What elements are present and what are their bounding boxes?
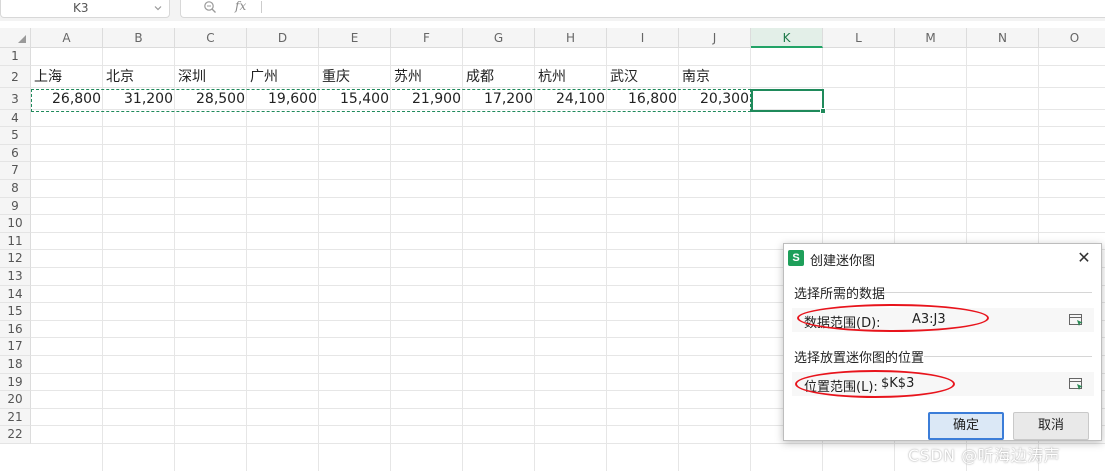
watermark: CSDN @听海边涛声 bbox=[908, 446, 1061, 465]
row-gridline bbox=[31, 126, 1105, 128]
range-select-icon[interactable] bbox=[1068, 376, 1084, 392]
row-gridline bbox=[31, 179, 1105, 180]
data-section-label: 选择所需的数据 bbox=[794, 287, 886, 302]
location-section-label: 选择放置迷你图的位置 bbox=[794, 351, 925, 366]
cell-h2[interactable]: 杭州 bbox=[535, 66, 607, 88]
row-header-9[interactable]: 9 bbox=[0, 197, 31, 216]
section-divider bbox=[884, 292, 1092, 293]
row-header-7[interactable]: 7 bbox=[0, 162, 31, 180]
column-header-b[interactable]: B bbox=[103, 28, 175, 48]
section-divider bbox=[924, 356, 1092, 357]
row-header-12[interactable]: 12 bbox=[0, 250, 31, 268]
zoom-icon[interactable] bbox=[203, 0, 217, 14]
formula-separator bbox=[261, 1, 262, 13]
row-header-16[interactable]: 16 bbox=[0, 320, 31, 339]
red-annotation-ellipse bbox=[795, 370, 955, 398]
row-header-15[interactable]: 15 bbox=[0, 303, 31, 321]
row-header-2[interactable]: 2 bbox=[0, 65, 31, 88]
row-header-6[interactable]: 6 bbox=[0, 144, 31, 163]
cell-b2[interactable]: 北京 bbox=[103, 66, 175, 88]
column-header-m[interactable]: M bbox=[895, 28, 967, 48]
row-header-20[interactable]: 20 bbox=[0, 391, 31, 409]
row-header-13[interactable]: 13 bbox=[0, 268, 31, 286]
row-gridline bbox=[31, 214, 1105, 216]
row-header-5[interactable]: 5 bbox=[0, 127, 31, 145]
row-gridline bbox=[31, 143, 1105, 145]
create-sparkline-dialog: S 创建迷你图 ✕ 选择所需的数据 数据范围(D): A3:J3 选择放置迷你图… bbox=[783, 243, 1102, 441]
column-header-j[interactable]: J bbox=[679, 28, 751, 48]
close-icon[interactable]: ✕ bbox=[1074, 248, 1094, 268]
row-header-11[interactable]: 11 bbox=[0, 232, 31, 251]
red-annotation-ellipse bbox=[797, 304, 989, 332]
row-header-22[interactable]: 22 bbox=[0, 426, 31, 444]
app-logo-icon: S bbox=[788, 250, 804, 266]
cell-f2[interactable]: 苏州 bbox=[391, 66, 463, 88]
select-all-icon bbox=[18, 35, 26, 43]
fx-icon[interactable]: fx bbox=[235, 0, 246, 13]
cell-j2[interactable]: 南京 bbox=[679, 66, 751, 88]
chevron-down-icon[interactable] bbox=[153, 3, 163, 13]
cancel-button[interactable]: 取消 bbox=[1013, 412, 1089, 440]
row-gridline bbox=[31, 161, 1105, 163]
column-header-g[interactable]: G bbox=[463, 28, 535, 48]
copy-marquee bbox=[31, 89, 751, 112]
column-header-n[interactable]: N bbox=[967, 28, 1039, 48]
column-header-d[interactable]: D bbox=[247, 28, 319, 48]
row-gridline bbox=[31, 196, 1105, 198]
dialog-titlebar[interactable]: S 创建迷你图 ✕ bbox=[784, 244, 1101, 272]
fill-handle[interactable] bbox=[820, 108, 826, 114]
cell-e2[interactable]: 重庆 bbox=[319, 66, 391, 88]
column-header-e[interactable]: E bbox=[319, 28, 391, 48]
formula-input[interactable]: fx bbox=[180, 0, 1105, 18]
cell-a2[interactable]: 上海 bbox=[31, 66, 103, 88]
row-header-21[interactable]: 21 bbox=[0, 408, 31, 427]
name-box[interactable]: K3 bbox=[0, 0, 170, 18]
select-all-corner[interactable] bbox=[0, 28, 31, 48]
row-header-4[interactable]: 4 bbox=[0, 109, 31, 128]
cell-i2[interactable]: 武汉 bbox=[607, 66, 679, 88]
cell-g2[interactable]: 成都 bbox=[463, 66, 535, 88]
column-header-k[interactable]: K bbox=[751, 28, 823, 48]
column-header-h[interactable]: H bbox=[535, 28, 607, 48]
row-header-14[interactable]: 14 bbox=[0, 285, 31, 304]
row-header-3[interactable]: 3 bbox=[0, 87, 31, 110]
cell-d2[interactable]: 广州 bbox=[247, 66, 319, 88]
row-header-18[interactable]: 18 bbox=[0, 356, 31, 374]
cell-c2[interactable]: 深圳 bbox=[175, 66, 247, 88]
column-header-i[interactable]: I bbox=[607, 28, 679, 48]
column-header-o[interactable]: O bbox=[1039, 28, 1105, 48]
column-header-l[interactable]: L bbox=[823, 28, 895, 48]
column-header-c[interactable]: C bbox=[175, 28, 247, 48]
row-gridline bbox=[31, 231, 1105, 233]
row-header-8[interactable]: 8 bbox=[0, 180, 31, 198]
row-header-1[interactable]: 1 bbox=[0, 48, 31, 66]
row-header-10[interactable]: 10 bbox=[0, 215, 31, 233]
column-header-a[interactable]: A bbox=[31, 28, 103, 48]
column-header-f[interactable]: F bbox=[391, 28, 463, 48]
row-header-19[interactable]: 19 bbox=[0, 373, 31, 392]
selected-cell-k3[interactable] bbox=[751, 89, 824, 112]
row-header-17[interactable]: 17 bbox=[0, 338, 31, 356]
formula-bar: K3 fx bbox=[0, 0, 1105, 21]
ok-button[interactable]: 确定 bbox=[928, 412, 1004, 440]
range-select-icon[interactable] bbox=[1068, 312, 1084, 328]
name-box-value: K3 bbox=[73, 1, 89, 15]
dialog-title: 创建迷你图 bbox=[810, 254, 876, 269]
